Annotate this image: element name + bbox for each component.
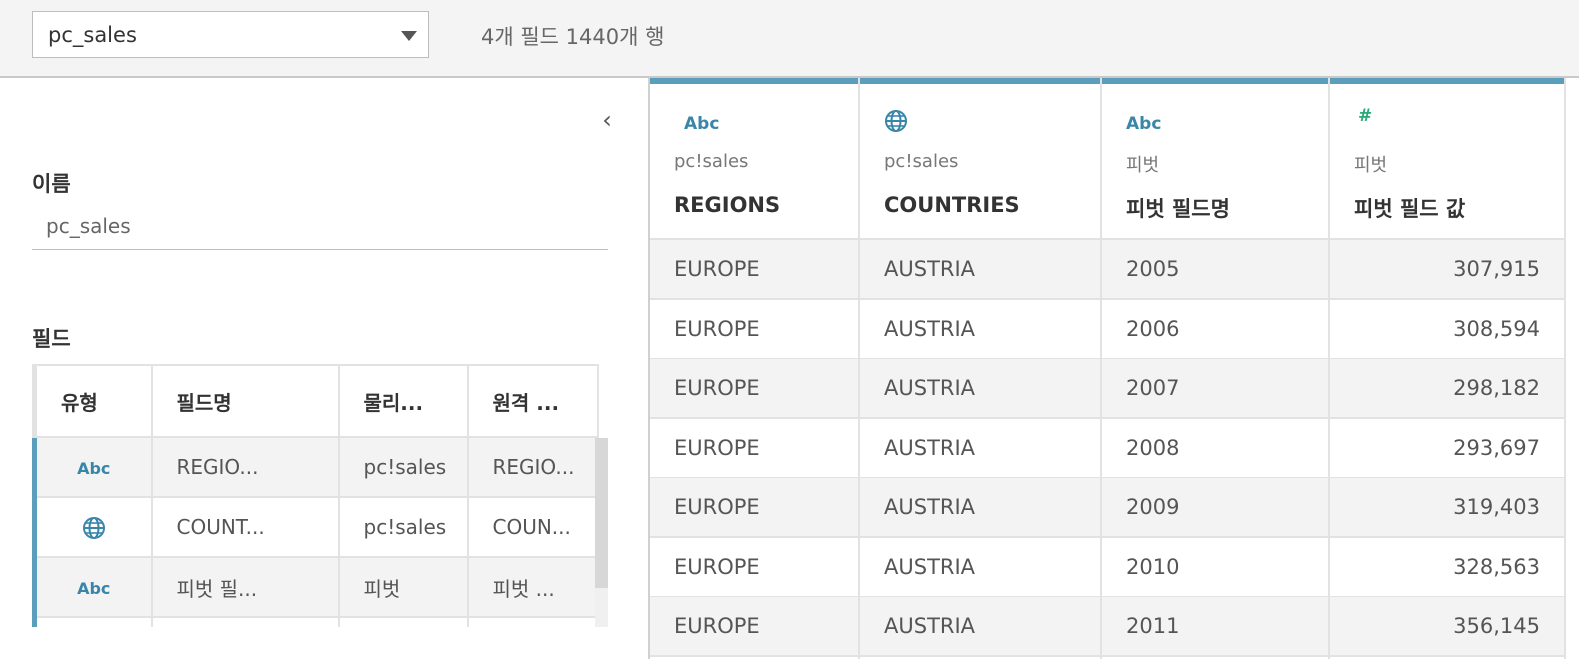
- table-cell[interactable]: 293,697: [1330, 419, 1564, 479]
- table-cell[interactable]: EUROPE: [650, 478, 858, 538]
- physical-table-cell: pc!sales: [337, 496, 469, 558]
- table-cell[interactable]: 307,915: [1330, 240, 1564, 300]
- table-cell[interactable]: EUROPE: [650, 597, 858, 657]
- column-accent-bar: [650, 78, 858, 84]
- fields-label: 필드: [32, 327, 71, 351]
- remote-field-cell: COUN...: [466, 496, 599, 558]
- table-row[interactable]: Abc REGIO... pc!sales REGIO...: [32, 436, 599, 498]
- column-accent-bar: [860, 78, 1100, 84]
- column-source-label: pc!sales: [674, 151, 749, 172]
- datasource-dropdown[interactable]: pc_sales: [32, 11, 429, 58]
- collapse-panel-icon[interactable]: ‹: [596, 106, 618, 134]
- column-field-name[interactable]: REGIONS: [674, 193, 780, 217]
- top-bar: pc_sales 4개 필드 1440개 행: [0, 0, 1579, 78]
- grid-column-countries: pc!sales COUNTRIES AUSTRIA AUSTRIA AUSTRIA AU…: [860, 78, 1102, 659]
- table-cell[interactable]: EUROPE: [650, 300, 858, 360]
- grid-column-header[interactable]: Abc 피벗피벗 필드명: [1102, 78, 1328, 240]
- chevron-down-icon: [401, 31, 417, 41]
- column-header-physical[interactable]: 물리...: [337, 364, 469, 438]
- table-row[interactable]: Abc 피벗 필... 피벗 피벗 ...: [32, 556, 599, 618]
- table-cell[interactable]: 2007: [1102, 359, 1328, 419]
- physical-table-cell: pc!sales: [337, 436, 469, 498]
- column-header-field-name[interactable]: 필드명: [150, 364, 340, 438]
- field-name-cell[interactable]: 피벗 필...: [150, 556, 340, 618]
- table-cell[interactable]: 2009: [1102, 478, 1328, 538]
- table-cell[interactable]: 308,594: [1330, 300, 1564, 360]
- remote-field-cell: 피벗 ...: [466, 556, 599, 618]
- datasource-dropdown-value: pc_sales: [48, 23, 137, 47]
- table-row[interactable]: [32, 616, 599, 627]
- table-cell[interactable]: AUSTRIA: [860, 538, 1100, 598]
- table-cell[interactable]: 356,145: [1330, 597, 1564, 657]
- globe-icon[interactable]: [884, 109, 908, 133]
- table-cell[interactable]: 2005: [1102, 240, 1328, 300]
- column-source-label: pc!sales: [884, 151, 959, 172]
- scrollbar-thumb[interactable]: [595, 438, 608, 588]
- table-cell[interactable]: 298,182: [1330, 359, 1564, 419]
- column-field-name[interactable]: 피벗 필드명: [1126, 193, 1230, 223]
- table-cell[interactable]: 2011: [1102, 597, 1328, 657]
- grid-column-header[interactable]: pc!sales COUNTRIES: [860, 78, 1100, 240]
- name-field[interactable]: pc_sales: [32, 208, 608, 250]
- string-type-icon[interactable]: Abc: [32, 556, 153, 618]
- table-cell[interactable]: 319,403: [1330, 478, 1564, 538]
- column-accent-bar: [1330, 78, 1564, 84]
- table-cell[interactable]: AUSTRIA: [860, 240, 1100, 300]
- table-cell[interactable]: 2008: [1102, 419, 1328, 479]
- table-cell[interactable]: EUROPE: [650, 240, 858, 300]
- globe-icon[interactable]: [32, 496, 153, 558]
- physical-table-cell: 피벗: [337, 556, 469, 618]
- fields-table-header: 유형 필드명 물리... 원격 ...: [32, 364, 599, 438]
- column-header-remote[interactable]: 원격 ...: [466, 364, 599, 438]
- name-field-value: pc_sales: [46, 214, 131, 238]
- table-cell[interactable]: AUSTRIA: [860, 300, 1100, 360]
- grid-column-regions: Abc pc!sales REGIONS EUROPE EUROPE EUROPE EURO…: [650, 78, 860, 659]
- table-cell[interactable]: AUSTRIA: [860, 419, 1100, 479]
- column-header-type[interactable]: 유형: [32, 364, 153, 438]
- string-type-icon[interactable]: Abc: [1126, 114, 1161, 134]
- table-row[interactable]: COUNT... pc!sales COUN...: [32, 496, 599, 558]
- grid-column-pivot-value: # 피벗피벗 필드 값 307,915 308,594 298,182 293,697 31…: [1330, 78, 1566, 659]
- column-field-name[interactable]: 피벗 필드 값: [1354, 193, 1465, 223]
- table-cell[interactable]: EUROPE: [650, 359, 858, 419]
- grid-column-header[interactable]: # 피벗피벗 필드 값: [1330, 78, 1564, 240]
- column-accent-bar: [1102, 78, 1328, 84]
- table-cell[interactable]: EUROPE: [650, 419, 858, 479]
- string-type-icon[interactable]: Abc: [32, 436, 153, 498]
- name-label: 이름: [32, 172, 71, 196]
- grid-column-header[interactable]: Abc pc!sales REGIONS: [650, 78, 858, 240]
- grid-column-pivot-name: Abc 피벗피벗 필드명 2005 2006 2007 2008 2009 2010 2011: [1102, 78, 1330, 659]
- field-name-cell[interactable]: REGIO...: [150, 436, 340, 498]
- table-cell[interactable]: 2006: [1102, 300, 1328, 360]
- fields-table: 유형 필드명 물리... 원격 ... Abc REGIO... pc!sale…: [32, 364, 608, 627]
- table-cell[interactable]: AUSTRIA: [860, 359, 1100, 419]
- number-type-icon[interactable]: #: [1358, 106, 1372, 126]
- table-cell[interactable]: 2010: [1102, 538, 1328, 598]
- column-source-label: 피벗: [1354, 155, 1388, 176]
- table-cell[interactable]: 328,563: [1330, 538, 1564, 598]
- field-row-summary: 4개 필드 1440개 행: [481, 25, 665, 49]
- data-grid: Abc pc!sales REGIONS EUROPE EUROPE EUROPE EURO…: [648, 78, 1579, 659]
- string-type-icon[interactable]: Abc: [684, 114, 719, 134]
- table-cell[interactable]: AUSTRIA: [860, 597, 1100, 657]
- table-cell[interactable]: EUROPE: [650, 538, 858, 598]
- remote-field-cell: REGIO...: [466, 436, 599, 498]
- column-source-label: 피벗: [1126, 155, 1160, 176]
- column-field-name[interactable]: COUNTRIES: [884, 193, 1020, 217]
- table-cell[interactable]: AUSTRIA: [860, 478, 1100, 538]
- field-name-cell[interactable]: COUNT...: [150, 496, 340, 558]
